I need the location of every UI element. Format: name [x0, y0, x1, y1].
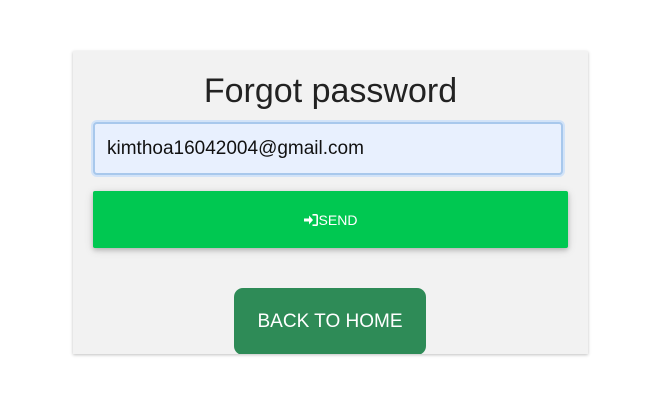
back-to-home-label: BACK TO HOME — [257, 310, 403, 332]
page-title: Forgot password — [203, 72, 458, 110]
back-to-home-button[interactable]: BACK TO HOME — [234, 288, 426, 354]
sign-in-icon — [303, 213, 318, 226]
forgot-password-card: Forgot password SEND BACK TO HOME — [73, 51, 588, 354]
send-button-label: SEND — [318, 211, 358, 228]
send-button[interactable]: SEND — [93, 191, 568, 248]
email-field[interactable] — [93, 122, 563, 175]
